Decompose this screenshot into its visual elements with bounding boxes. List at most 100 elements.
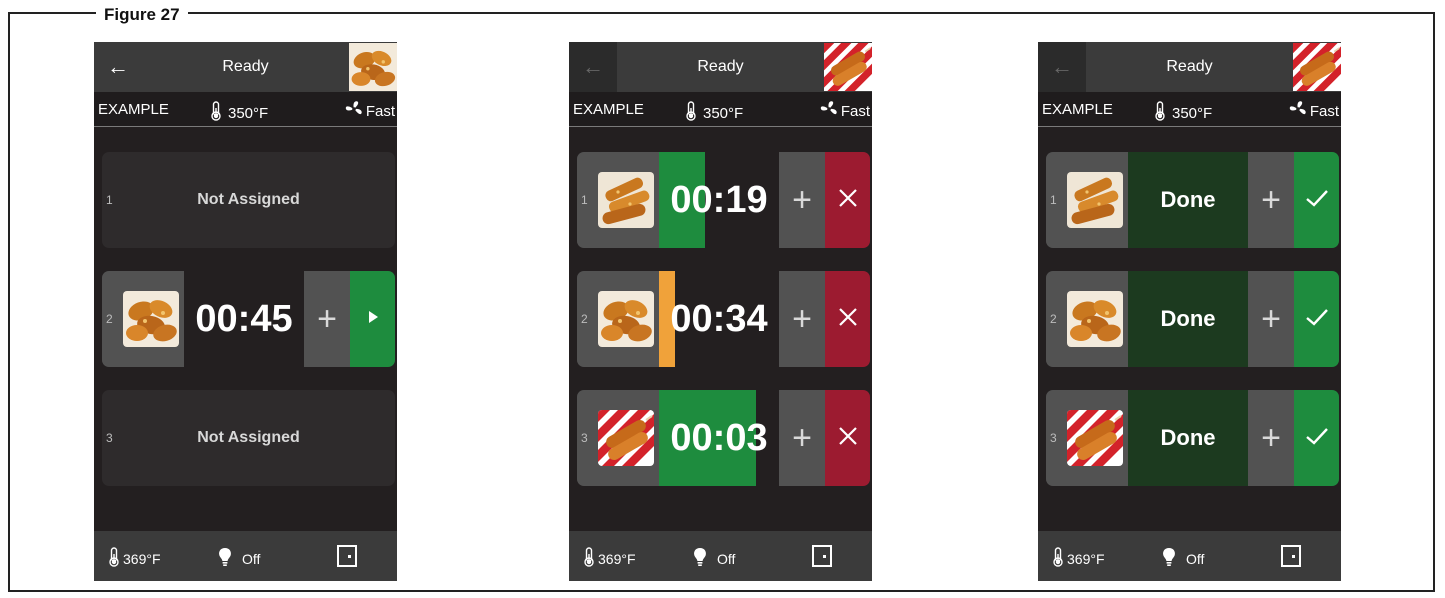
checkmark-icon [1304, 425, 1330, 452]
light-toggle[interactable]: Off [1162, 547, 1204, 570]
slot-number: 1 [581, 193, 588, 207]
cook-slot-1: 1 Done + [1046, 152, 1339, 248]
light-status: Off [717, 550, 736, 567]
timer-display: 00:03 [659, 390, 779, 486]
bottom-bar: 369°F Off [94, 531, 397, 581]
light-bulb-icon [218, 547, 232, 570]
add-time-button[interactable]: + [779, 271, 825, 367]
info-bar: EXAMPLE 350°F Fast [94, 92, 397, 127]
slot-product[interactable]: 1 [577, 152, 659, 248]
slot-product[interactable]: 3 [577, 390, 659, 486]
close-icon [837, 425, 859, 452]
slot-number: 3 [581, 431, 588, 445]
timer-value: 00:45 [195, 298, 293, 340]
slot-product[interactable]: 2 [102, 271, 184, 367]
done-indicator: Done [1128, 271, 1248, 367]
checkmark-icon [1304, 187, 1330, 214]
slot-number: 2 [1050, 312, 1057, 326]
timer-value: 00:03 [670, 417, 768, 459]
cook-slot-1: 1 00:19 + [577, 152, 870, 248]
cook-slot-2: 2 Done + [1046, 271, 1339, 367]
play-button[interactable] [350, 271, 395, 367]
product-thumbnail-corn-dogs-icon[interactable] [824, 42, 872, 92]
add-time-button[interactable]: + [1248, 390, 1294, 486]
light-toggle[interactable]: Off [218, 547, 260, 570]
done-indicator: Done [1128, 390, 1248, 486]
back-arrow-icon: ← [1051, 54, 1073, 79]
thermometer-icon [1052, 547, 1064, 570]
set-temperature-value: 350°F [703, 104, 744, 122]
slot-product[interactable]: 3 [1046, 390, 1128, 486]
cancel-button[interactable] [825, 390, 870, 486]
done-label: Done [1160, 306, 1216, 331]
cook-slot-2: 2 00:34 + [577, 271, 870, 367]
close-icon [837, 306, 859, 333]
add-time-button[interactable]: + [1248, 152, 1294, 248]
add-time-button[interactable]: + [779, 390, 825, 486]
cook-slot-3[interactable]: 3 Not Assigned [102, 390, 395, 486]
back-arrow-icon: ← [582, 54, 604, 79]
done-label: Done [1160, 425, 1216, 450]
oven-screen-1: ← Ready EXAMPLE 350°F Fast 1 Not Assigned 2 [94, 42, 397, 581]
actual-temperature: 369°F [108, 547, 161, 570]
timer-display: 00:19 [659, 152, 779, 248]
door-icon[interactable] [336, 544, 358, 571]
light-toggle[interactable]: Off [693, 547, 735, 570]
product-name: EXAMPLE [98, 101, 169, 118]
add-time-button[interactable]: + [304, 271, 350, 367]
thermometer-icon [583, 547, 595, 570]
back-button[interactable]: ← [94, 42, 142, 92]
cook-slot-2: 2 00:45 + [102, 271, 395, 367]
fan-icon [1287, 99, 1309, 123]
back-button: ← [569, 42, 617, 92]
info-bar: EXAMPLE 350°F Fast [1038, 92, 1341, 127]
actual-temperature-value: 369°F [1067, 550, 1105, 567]
fan-speed: Fast [343, 99, 395, 123]
chicken-nuggets-icon [1067, 291, 1123, 347]
slot-product[interactable]: 1 [1046, 152, 1128, 248]
product-name: EXAMPLE [573, 101, 644, 118]
slot-status-label: Not Assigned [197, 429, 300, 446]
bottom-bar: 369°F Off [569, 531, 872, 581]
checkmark-icon [1304, 306, 1330, 333]
product-name: EXAMPLE [1042, 101, 1113, 118]
state-label: Ready [222, 58, 269, 75]
confirm-button[interactable] [1294, 271, 1339, 367]
actual-temperature: 369°F [583, 547, 636, 570]
cancel-button[interactable] [825, 271, 870, 367]
light-bulb-icon [693, 547, 707, 570]
door-icon[interactable] [811, 544, 833, 571]
state-label: Ready [1166, 58, 1213, 75]
thermometer-icon [210, 101, 222, 125]
done-indicator: Done [1128, 152, 1248, 248]
slot-number: 3 [1050, 431, 1057, 445]
door-icon[interactable] [1280, 544, 1302, 571]
close-icon [837, 187, 859, 214]
slot-product[interactable]: 2 [1046, 271, 1128, 367]
slot-product[interactable]: 2 [577, 271, 659, 367]
fan-speed: Fast [1287, 99, 1339, 123]
light-status: Off [1186, 550, 1205, 567]
timer-value: 00:34 [670, 298, 768, 340]
fan-speed-value: Fast [1309, 102, 1339, 120]
slot-number: 1 [1050, 193, 1057, 207]
product-thumbnail-corn-dogs-icon[interactable] [1293, 42, 1341, 92]
cancel-button[interactable] [825, 152, 870, 248]
set-temperature: 350°F [1154, 101, 1212, 125]
figure-title: Figure 27 [96, 6, 188, 23]
product-thumbnail-chicken-nuggets-icon[interactable] [349, 42, 397, 92]
state-label: Ready [697, 58, 744, 75]
bottom-bar: 369°F Off [1038, 531, 1341, 581]
add-time-button[interactable]: + [1248, 271, 1294, 367]
thermometer-icon [108, 547, 120, 570]
set-temperature-value: 350°F [228, 104, 269, 122]
corn-dogs-icon [598, 410, 654, 466]
confirm-button[interactable] [1294, 390, 1339, 486]
add-time-button[interactable]: + [779, 152, 825, 248]
set-temperature-value: 350°F [1172, 104, 1213, 122]
back-button: ← [1038, 42, 1086, 92]
done-label: Done [1160, 187, 1216, 212]
cook-slot-1[interactable]: 1 Not Assigned [102, 152, 395, 248]
slot-number: 2 [106, 312, 113, 326]
confirm-button[interactable] [1294, 152, 1339, 248]
